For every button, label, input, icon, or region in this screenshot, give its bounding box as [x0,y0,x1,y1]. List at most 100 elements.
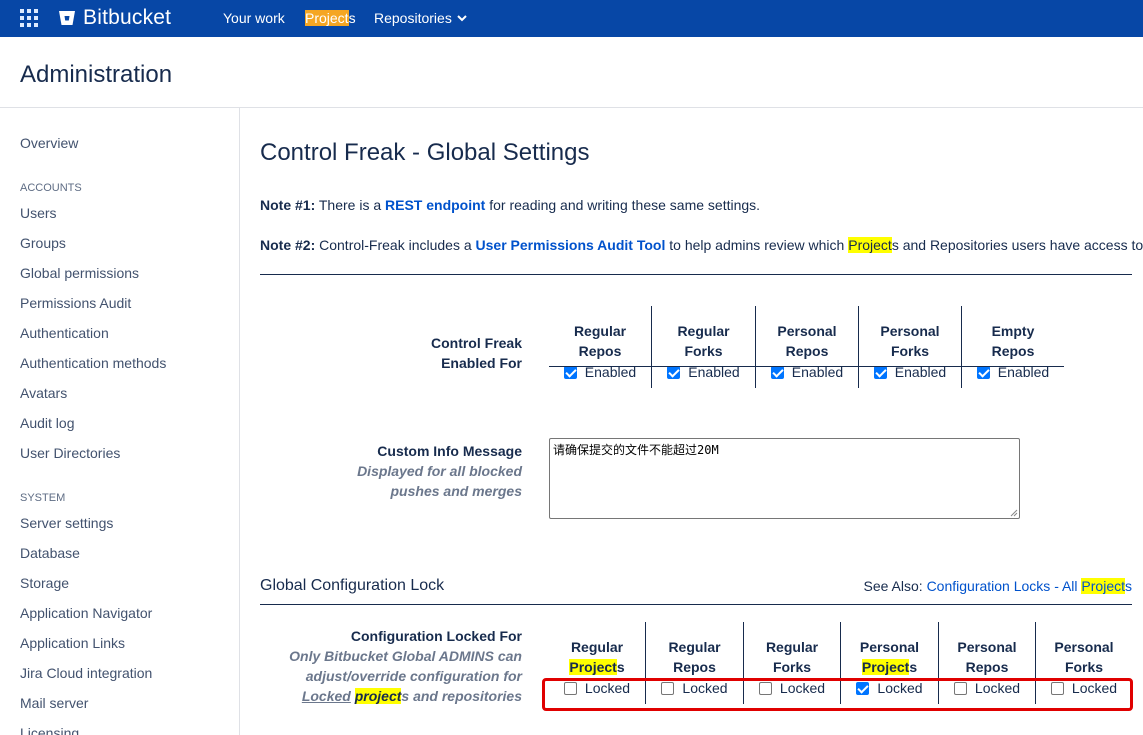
col-head-line1: Regular [570,639,624,655]
sidebar-item-user-directories[interactable]: User Directories [20,445,120,461]
configuration-locks-link-highlight: Project [1081,578,1125,594]
checkbox[interactable] [563,365,577,379]
sidebar-item-audit-log[interactable]: Audit log [20,415,74,431]
header-underline [549,366,1064,367]
col-head-line1: Personal [1054,639,1114,655]
nav-repositories[interactable]: Repositories [374,9,467,27]
note-2-text-c: s and Repositories users have access to. [891,237,1143,253]
sidebar-item-users[interactable]: Users [20,205,57,221]
col-head-highlight: Project [569,659,617,675]
app-switcher-icon[interactable] [20,9,38,27]
sidebar-heading-system: SYSTEM [20,492,66,504]
main-content: Control Freak - Global Settings Note #1:… [260,108,1143,735]
col-head-line2: Repos [673,659,716,675]
sidebar-item-licensing[interactable]: Licensing [20,725,79,735]
col-head-line1: Personal [859,639,920,655]
configuration-locks-link[interactable]: Configuration Locks - All Projects [927,578,1132,594]
sidebar-item-application-links[interactable]: Application Links [20,635,125,651]
note-2-text-b: to help admins review which [665,237,849,253]
col-head-line1: Personal [957,639,1017,655]
enabled-col-empty-repos: Empty Repos Enabled [962,306,1064,388]
sidebar-item-database[interactable]: Database [20,545,80,561]
bitbucket-logo[interactable]: Bitbucket [58,6,171,30]
see-also: See Also: Configuration Locks - All Proj… [864,578,1132,594]
locked-project-highlight: project [354,688,402,704]
enabled-checkbox-personal-forks[interactable]: Enabled [859,361,961,383]
chevron-down-icon [457,15,467,22]
sidebar-item-storage[interactable]: Storage [20,575,69,591]
resize-handle-icon[interactable] [1010,509,1018,517]
enabled-checkbox-personal-repos[interactable]: Enabled [756,361,858,383]
sidebar-item-overview[interactable]: Overview [20,135,78,151]
enabled-for-label-line2: Enabled For [441,355,522,371]
enabled-for-grid: Regular Repos Enabled Regular Forks Enab… [549,306,1064,388]
col-head-line2: Repos [991,343,1035,359]
checkbox[interactable] [873,365,887,379]
custom-info-value: 请确保提交的文件不能超过20M [553,443,719,457]
see-also-label: See Also: [863,578,927,594]
sidebar-item-application-navigator[interactable]: Application Navigator [20,605,152,621]
sidebar-item-server-settings[interactable]: Server settings [20,515,113,531]
highlight-box [542,678,1133,711]
sidebar-item-jira-cloud-integration[interactable]: Jira Cloud integration [20,665,152,681]
col-head-line1: Personal [777,323,837,339]
nav-projects-suffix: s [348,10,356,26]
locked-for-sub1: Only Bitbucket Global ADMINS can [289,648,522,664]
checkbox[interactable] [667,365,681,379]
sidebar-item-global-permissions[interactable]: Global permissions [20,265,139,281]
sidebar-item-avatars[interactable]: Avatars [20,385,67,401]
enabled-for-label-line1: Control Freak [430,335,522,351]
note-1: Note #1: There is a REST endpoint for re… [260,197,760,213]
configuration-locks-link-suffix: s [1125,578,1132,594]
sidebar-item-mail-server[interactable]: Mail server [20,695,88,711]
nav-your-work[interactable]: Your work [223,9,285,27]
sidebar-item-authentication[interactable]: Authentication [20,325,109,341]
note-2-label: Note #2: [260,237,316,253]
col-head-line1: Regular [668,639,721,655]
note-2-text-a: Control-Freak includes a [315,237,476,253]
page-title: Administration [20,61,173,88]
custom-info-textarea[interactable]: 请确保提交的文件不能超过20M [549,438,1020,519]
enabled-checkbox-regular-repos[interactable]: Enabled [549,361,651,383]
locked-for-sub2: adjust/override configuration for [305,668,522,684]
col-head-highlight: Project [861,659,910,675]
col-head-rest: s [616,659,625,675]
checkbox[interactable] [770,365,784,379]
permissions-audit-tool-link[interactable]: User Permissions Audit Tool [476,237,666,253]
col-head-line2: Projects [549,657,645,677]
locked-for-sub3: Locked projects and repositories [280,686,522,706]
col-head-line1: Regular [573,323,627,339]
enabled-col-personal-forks: Personal Forks Enabled [859,306,962,388]
note-2-highlight: Project [848,237,892,253]
nav-projects-highlight: Project [305,10,349,26]
rest-endpoint-link[interactable]: REST endpoint [385,197,485,213]
custom-info-sub1: Displayed for all blocked [357,463,522,479]
settings-title: Control Freak - Global Settings [260,139,590,166]
brand-name: Bitbucket [83,6,172,29]
divider [260,604,1132,605]
locked-for-sub3-rest: s and repositories [401,688,522,704]
col-head-line2: Forks [772,659,812,675]
nav-projects[interactable]: Projects [305,9,356,27]
note-1-text-b: for reading and writing these same setti… [485,197,761,213]
note-2: Note #2: Control-Freak includes a User P… [260,237,1143,253]
col-head-line2: Forks [684,343,723,359]
locked-for-label: Configuration Locked For Only Bitbucket … [280,626,522,706]
locked-word: Locked [301,688,351,704]
enabled-checkbox-regular-forks[interactable]: Enabled [652,361,755,383]
locked-for-title: Configuration Locked For [350,628,522,644]
page-header: Administration [0,37,1143,108]
custom-info-title: Custom Info Message [377,443,522,459]
lock-section-title: Global Configuration Lock [260,577,445,594]
enabled-for-label: Control Freak Enabled For [360,333,522,373]
sidebar-item-groups[interactable]: Groups [20,235,66,251]
note-1-text-a: There is a [315,197,386,213]
custom-info-label: Custom Info Message Displayed for all bl… [300,441,522,501]
sidebar-item-permissions-audit[interactable]: Permissions Audit [20,295,131,311]
checkbox[interactable] [976,365,990,379]
col-head-line2: Repos [965,659,1009,675]
enabled-checkbox-empty-repos[interactable]: Enabled [962,361,1064,383]
col-head-line1: Empty [991,323,1035,339]
col-head-line2: Forks [1064,659,1104,675]
sidebar-item-authentication-methods[interactable]: Authentication methods [20,355,166,371]
